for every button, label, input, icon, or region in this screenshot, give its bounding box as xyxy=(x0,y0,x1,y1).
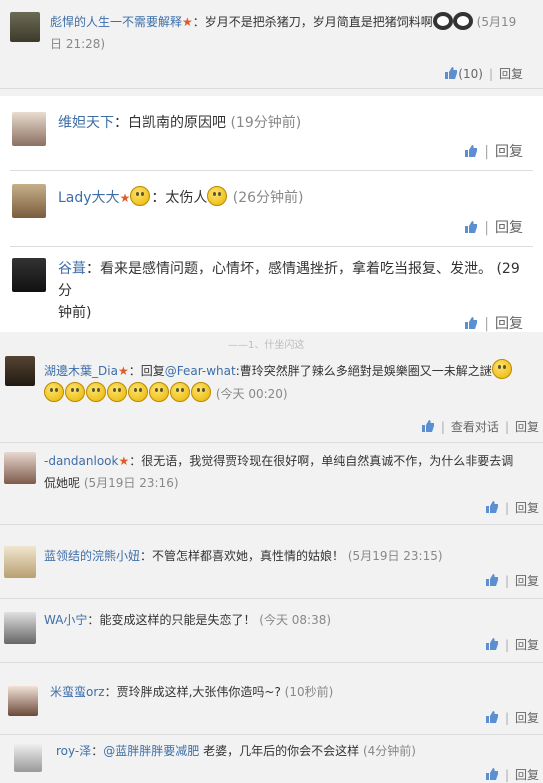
reply-button[interactable]: 回复 xyxy=(499,67,523,81)
avatar[interactable] xyxy=(12,258,46,292)
reply-button[interactable]: 回复 xyxy=(495,144,523,160)
comment-text: 谷葺：看来是感情问题，心情坏，感情遇挫折，拿着吃当报复、发泄。 (29分 钟前) xyxy=(58,261,520,321)
like-icon[interactable] xyxy=(464,144,478,158)
vip-star-icon: ★ xyxy=(117,364,129,378)
emoji-icon xyxy=(128,382,148,402)
username-link[interactable]: 彪悍的人生一不需要解释 xyxy=(50,15,182,29)
emoji-icon xyxy=(107,382,127,402)
like-icon[interactable] xyxy=(444,66,458,80)
like-icon[interactable] xyxy=(464,220,478,234)
comment-actions: | 回复 xyxy=(485,572,539,589)
reply-button[interactable]: 回复 xyxy=(515,711,539,725)
avatar[interactable] xyxy=(12,184,46,218)
avatar[interactable] xyxy=(4,546,36,578)
comment-text: roy-泽：@蓝胖胖胖要减肥 老婆，几年后的你会不会这样 (4分钟前) xyxy=(56,744,416,758)
comment-text: WA小宁：能变成这样的只能是失恋了！ (今天 08:38) xyxy=(44,613,332,627)
username-link[interactable]: 蓝领结的浣熊小妞 xyxy=(44,549,140,563)
emoji-icon xyxy=(452,12,473,30)
username-link[interactable]: Lady大大 xyxy=(58,190,120,206)
comment-actions: | 回复 xyxy=(464,217,523,237)
comment-text: 维妲天下：白凯南的原因吧 (19分钟前) xyxy=(58,115,302,131)
like-icon[interactable] xyxy=(485,767,499,781)
avatar[interactable] xyxy=(8,686,38,716)
comment-text: -dandanlook★：很无语，我觉得贾玲现在很好啊，单纯自然真诚不作，为什么… xyxy=(44,454,514,490)
avatar[interactable] xyxy=(5,356,35,386)
like-icon[interactable] xyxy=(485,500,499,514)
emoji-icon xyxy=(191,382,211,402)
emoji-icon xyxy=(44,382,64,402)
reply-button[interactable]: 回复 xyxy=(495,220,523,236)
avatar[interactable] xyxy=(4,612,36,644)
comment-text: 湖邊木葉_Dia★：回复@Fear-what:曹玲突然胖了辣么多絕對是娛樂圈又一… xyxy=(44,359,539,405)
reply-button[interactable]: 回复 xyxy=(515,501,539,515)
like-icon[interactable] xyxy=(485,573,499,587)
emoji-icon xyxy=(130,186,151,206)
comment-actions: | 回复 xyxy=(485,709,539,726)
like-count: (10) xyxy=(458,67,483,81)
view-conversation-link[interactable]: 查看对话 xyxy=(451,420,499,434)
comment-actions: | 回复 xyxy=(464,313,523,333)
emoji-icon xyxy=(207,186,228,206)
username-link[interactable]: WA小宁 xyxy=(44,613,87,627)
comment-text: 彪悍的人生一不需要解释★：岁月不是把杀猪刀，岁月简直是把猪饲料啊 (5月19 日… xyxy=(50,11,530,55)
vip-star-icon: ★ xyxy=(182,15,193,29)
reply-button[interactable]: 回复 xyxy=(515,768,539,782)
mention-link[interactable]: @蓝胖胖胖要减肥 xyxy=(103,744,199,758)
emoji-icon xyxy=(149,382,169,402)
vip-star-icon: ★ xyxy=(119,191,131,205)
username-link[interactable]: roy-泽 xyxy=(56,744,91,758)
vip-star-icon: ★ xyxy=(118,454,130,468)
emoji-icon xyxy=(491,359,512,379)
like-icon[interactable] xyxy=(485,637,499,651)
reply-button[interactable]: 回复 xyxy=(515,420,539,434)
username-link[interactable]: 维妲天下 xyxy=(58,115,114,131)
comment-text: Lady大大★ ：太伤人 (26分钟前) xyxy=(58,186,304,209)
comment-body: 岁月不是把杀猪刀，岁月简直是把猪饲料啊 xyxy=(204,15,433,29)
reply-button[interactable]: 回复 xyxy=(495,316,523,332)
comment-text: 蓝领结的浣熊小妞：不管怎样都喜欢她，真性情的姑娘！ (5月19日 23:15) xyxy=(44,549,443,563)
comment-actions: | 查看对话 | 回复 xyxy=(421,418,539,435)
username-link[interactable]: -dandanlook xyxy=(44,454,118,468)
like-icon[interactable] xyxy=(485,710,499,724)
reply-button[interactable]: 回复 xyxy=(515,574,539,588)
comment-actions: (10) | 回复 xyxy=(444,65,523,82)
comment-actions: | 回复 xyxy=(485,766,539,783)
comment-text: 米蛮蛮orz：贾玲胖成这样,大张伟你造吗~? (10秒前) xyxy=(50,685,334,699)
emoji-icon xyxy=(86,382,106,402)
avatar[interactable] xyxy=(14,744,42,772)
emoji-icon xyxy=(170,382,190,402)
username-link[interactable]: 湖邊木葉_Dia xyxy=(44,364,118,378)
emoji-icon xyxy=(432,12,453,30)
comment-actions: | 回复 xyxy=(485,636,539,653)
comment-actions: | 回复 xyxy=(464,141,523,161)
like-icon[interactable] xyxy=(464,316,478,330)
username-link[interactable]: 米蛮蛮orz xyxy=(50,685,105,699)
avatar[interactable] xyxy=(4,452,36,484)
username-link[interactable]: 谷葺 xyxy=(58,261,86,277)
faded-text: ——1、什坐闪这 xyxy=(228,340,305,351)
avatar[interactable] xyxy=(10,12,40,42)
mention-link[interactable]: @Fear-what xyxy=(165,364,236,378)
reply-button[interactable]: 回复 xyxy=(515,638,539,652)
avatar[interactable] xyxy=(12,112,46,146)
comment-actions: | 回复 xyxy=(485,499,539,516)
like-icon[interactable] xyxy=(421,419,435,433)
emoji-icon xyxy=(65,382,85,402)
